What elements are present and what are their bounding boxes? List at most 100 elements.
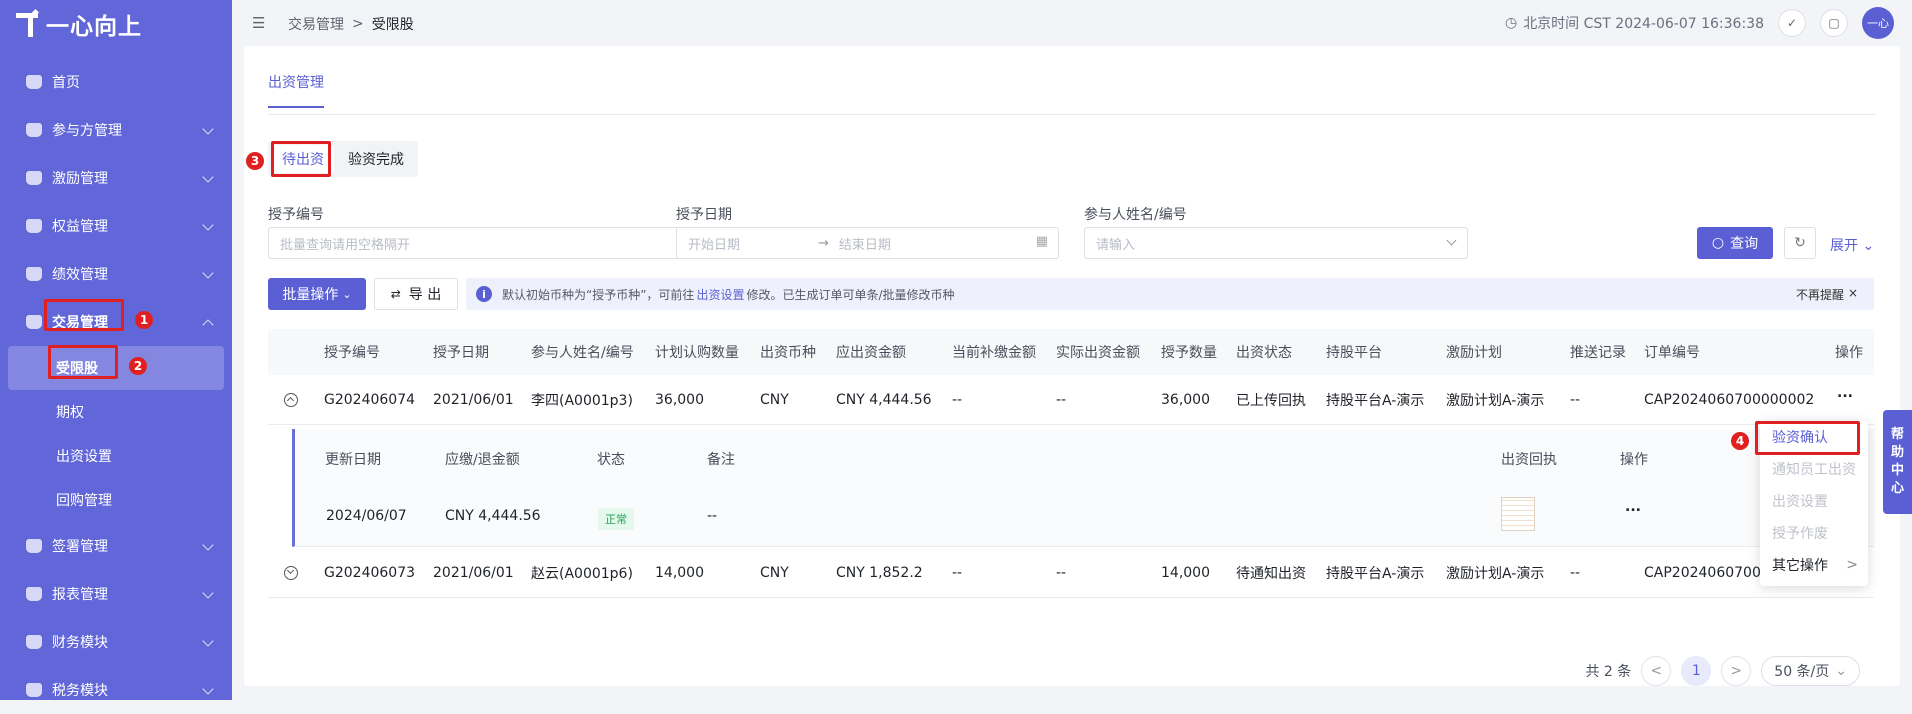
menu-item-other[interactable]: 其它操作 > [1760, 549, 1868, 581]
col-grant-qty: 授予数量 [1161, 345, 1217, 361]
tax-icon [26, 683, 42, 697]
page-size-select[interactable]: 50 条/页 ⌄ [1761, 656, 1860, 686]
avatar[interactable]: 一心 [1862, 7, 1894, 39]
cell-grant-date: 2021/06/01 [433, 391, 514, 408]
grant-date-range[interactable]: 开始日期 → 结束日期 ▦ [676, 227, 1059, 259]
sub-col-actions: 操作 [1620, 452, 1648, 468]
tab-contribution-management[interactable]: 出资管理 [268, 72, 324, 108]
sidebar-item-label: 报表管理 [52, 587, 108, 603]
sidebar-item-label: 参与方管理 [52, 123, 122, 139]
next-page-button[interactable]: > [1721, 656, 1752, 686]
chevron-down-icon [202, 267, 214, 279]
data-table: 授予编号 授予日期 参与人姓名/编号 计划认购数量 出资币种 应出资金额 当前补… [268, 329, 1874, 425]
export-button-label: 导 出 [408, 287, 442, 303]
receipt-thumbnail[interactable] [1501, 497, 1535, 531]
segment-verified[interactable]: 验资完成 [338, 145, 414, 173]
highlight-pending-segment [271, 141, 331, 177]
contribution-settings-link[interactable]: 出资设置 [696, 286, 744, 303]
sub-col-receipt: 出资回执 [1501, 452, 1557, 468]
rights-icon [26, 219, 42, 233]
row-more-actions-icon[interactable]: ... [1837, 385, 1853, 401]
sidebar-item-performance[interactable]: 绩效管理 [0, 250, 232, 298]
table-header: 授予编号 授予日期 参与人姓名/编号 计划认购数量 出资币种 应出资金额 当前补… [268, 329, 1874, 375]
shirt-icon[interactable]: ▢ [1820, 9, 1848, 37]
sidebar-subitem-contribution-settings[interactable]: 出资设置 [0, 434, 232, 478]
cell-plan-qty: 36,000 [655, 391, 704, 408]
tab-divider [268, 114, 1876, 115]
sub-row-more-icon[interactable]: ... [1625, 499, 1641, 515]
sidebar-item-label: 税务模块 [52, 683, 108, 699]
highlight-restricted-stock [48, 345, 118, 379]
participant-select[interactable]: 请输入 [1084, 227, 1468, 259]
sidebar-item-label: 激励管理 [52, 171, 108, 187]
breadcrumb-current: 受限股 [371, 17, 414, 33]
help-center-button[interactable]: 帮 助 中 心 [1883, 410, 1912, 514]
gift-icon [26, 171, 42, 185]
sidebar-item-finance[interactable]: 财务模块 [0, 618, 232, 666]
task-icon[interactable]: ✓ [1778, 9, 1806, 37]
sidebar-item-label: 绩效管理 [52, 267, 108, 283]
cell-participant: 赵云(A0001p6) [531, 565, 633, 582]
brand-logo[interactable]: 一心向上 [16, 7, 142, 41]
participant-select-placeholder: 请输入 [1096, 237, 1136, 253]
expand-filters-label: 展开 [1830, 238, 1858, 254]
sidebar-item-incentive[interactable]: 激励管理 [0, 154, 232, 202]
prev-page-button[interactable]: < [1641, 656, 1672, 686]
end-date-field[interactable]: 结束日期 [839, 234, 891, 253]
expand-filters-toggle[interactable]: 展开 ⌄ [1830, 235, 1874, 255]
home-icon [26, 75, 42, 89]
step-badge-1: 1 [135, 311, 153, 329]
menu-item-settings[interactable]: 出资设置 [1760, 485, 1868, 517]
col-plan: 激励计划 [1446, 345, 1502, 361]
menu-item-void[interactable]: 授予作废 [1760, 517, 1868, 549]
chevron-down-icon [202, 683, 214, 695]
cell-grant-no: G202406074 [324, 391, 416, 408]
cell-order-no: CAP2024060700 [1644, 564, 1761, 581]
step-badge-3: 3 [246, 152, 264, 170]
sidebar-item-label: 出资设置 [56, 449, 112, 465]
start-date-field[interactable]: 开始日期 [688, 234, 740, 253]
dismiss-notice-button[interactable]: 不再提醒 [1796, 286, 1844, 303]
page-1-button[interactable]: 1 [1681, 656, 1712, 686]
breadcrumb: 交易管理 > 受限股 [288, 14, 414, 34]
batch-operation-button[interactable]: 批量操作 ⌄ [268, 278, 366, 310]
export-button[interactable]: ⇄ 导 出 [374, 278, 458, 310]
sidebar-item-label: 财务模块 [52, 635, 108, 651]
sidebar-subitem-buyback[interactable]: 回购管理 [0, 478, 232, 522]
sidebar-item-home[interactable]: 首页 [0, 58, 232, 106]
batch-operation-label: 批量操作 [282, 287, 339, 303]
col-due-amount: 应出资金额 [836, 345, 906, 361]
col-currency: 出资币种 [760, 345, 816, 361]
export-icon: ⇄ [390, 287, 401, 301]
expand-row-icon[interactable] [284, 565, 298, 580]
col-grant-date: 授予日期 [433, 345, 489, 361]
sub-col-update-date: 更新日期 [325, 452, 381, 468]
menu-item-notify[interactable]: 通知员工出资 [1760, 453, 1868, 485]
cell-currency: CNY [760, 564, 789, 581]
table-row: G202406073 2021/06/01 赵云(A0001p6) 14,000… [268, 548, 1874, 598]
sidebar-item-tax[interactable]: 税务模块 [0, 666, 232, 714]
col-actions: 操作 [1835, 345, 1863, 361]
sidebar-item-rights[interactable]: 权益管理 [0, 202, 232, 250]
close-icon[interactable]: × [1848, 286, 1858, 300]
chart-icon [26, 267, 42, 281]
refresh-icon: ↻ [1794, 235, 1806, 251]
collapse-row-icon[interactable] [284, 392, 298, 407]
sub-col-status: 状态 [597, 452, 625, 468]
breadcrumb-parent[interactable]: 交易管理 [288, 14, 344, 34]
cell-supplement: -- [952, 564, 963, 581]
help-char: 助 [1890, 445, 1904, 460]
sidebar-item-report[interactable]: 报表管理 [0, 570, 232, 618]
sidebar-subitem-options[interactable]: 期权 [0, 390, 232, 434]
menu-item-other-label: 其它操作 [1772, 558, 1828, 574]
pagination-total: 共 2 条 [1585, 664, 1632, 680]
query-button-label: 查询 [1730, 236, 1759, 252]
chevron-down-icon [202, 635, 214, 647]
collapse-menu-icon[interactable]: ☰ [252, 14, 265, 32]
chevron-down-icon: ⌄ [1835, 663, 1847, 679]
reset-button[interactable]: ↻ [1784, 227, 1816, 259]
sidebar-item-participants[interactable]: 参与方管理 [0, 106, 232, 154]
sidebar-item-sign[interactable]: 签署管理 [0, 522, 232, 570]
query-button[interactable]: ○ 查询 [1697, 227, 1773, 259]
grant-no-input[interactable]: 批量查询请用空格隔开 [268, 227, 688, 259]
